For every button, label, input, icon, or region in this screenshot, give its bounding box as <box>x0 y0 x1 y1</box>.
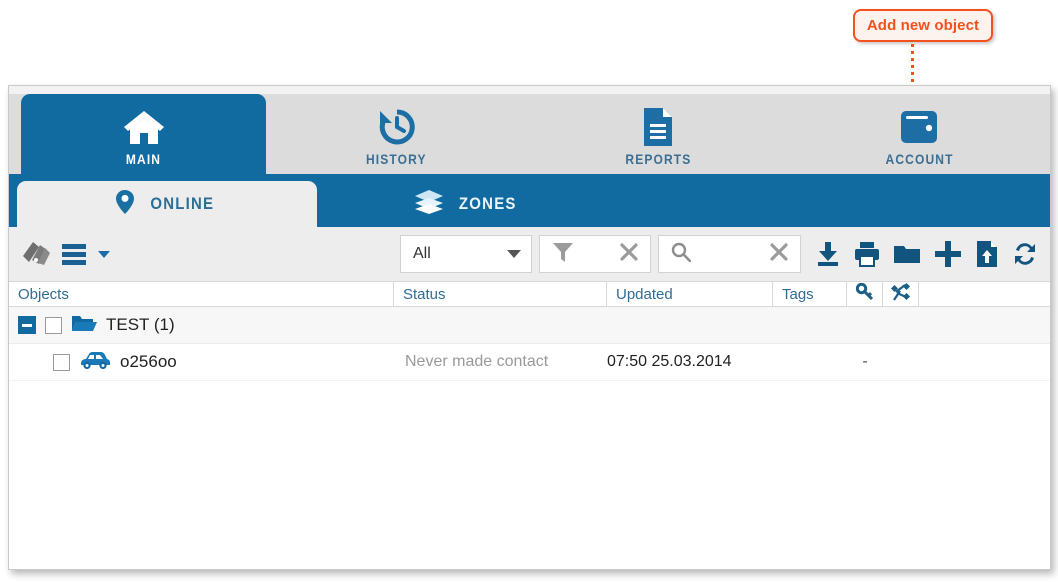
filter-control[interactable] <box>539 235 651 273</box>
column-header-objects[interactable]: Objects <box>9 282 394 306</box>
wallet-icon <box>898 105 940 148</box>
clear-filter-icon[interactable] <box>620 242 638 266</box>
callout-label: Add new object <box>866 17 980 34</box>
column-header-status[interactable]: Status <box>394 282 607 306</box>
object-updated: 07:50 25.03.2014 <box>607 353 732 370</box>
table-row[interactable]: o256oo Never made contact 07:50 25.03.20… <box>9 344 1050 381</box>
column-header-satellite[interactable] <box>883 282 919 306</box>
group-objects-cell: TEST (1) <box>9 307 394 343</box>
folder-open-icon <box>71 313 97 338</box>
clear-search-icon[interactable] <box>770 242 788 266</box>
tab-history[interactable]: HISTORY <box>266 94 527 174</box>
car-icon <box>79 350 111 375</box>
document-icon <box>641 105 675 148</box>
object-satellite <box>883 344 919 380</box>
chevron-down-icon <box>507 245 521 263</box>
folder-icon[interactable] <box>893 242 921 266</box>
tags-palette-icon[interactable] <box>21 240 51 268</box>
collapse-toggle[interactable] <box>18 316 36 334</box>
tab-reports[interactable]: REPORTS <box>527 94 788 174</box>
search-control[interactable] <box>658 235 801 273</box>
group-label: TEST (1) <box>106 315 175 334</box>
tab-online[interactable]: ONLINE <box>17 181 317 227</box>
history-icon <box>376 105 418 148</box>
table-header: Objects Status Updated Tags <box>9 281 1050 307</box>
tab-main-label: MAIN <box>125 151 162 167</box>
tab-reports-label: REPORTS <box>624 151 692 167</box>
tab-zones-label: ZONES <box>458 194 517 213</box>
filter-type-select[interactable]: All <box>400 235 532 273</box>
group-updated-cell <box>607 307 773 343</box>
layers-icon <box>414 189 444 220</box>
tab-history-label: HISTORY <box>366 151 427 167</box>
tab-zones[interactable]: ZONES <box>317 181 617 227</box>
group-tags-cell <box>773 307 847 343</box>
callout-add-new-object: Add new object <box>853 9 993 42</box>
object-key: - <box>862 353 868 370</box>
file-upload-icon[interactable] <box>975 240 999 268</box>
app-window: MAIN HISTORY REPORTS ACCOUNT ONLINE ZONE… <box>8 85 1051 570</box>
print-icon[interactable] <box>854 241 880 267</box>
group-status-cell <box>394 307 607 343</box>
satellite-icon <box>890 282 911 306</box>
group-key-cell <box>847 307 883 343</box>
tab-account[interactable]: ACCOUNT <box>789 94 1050 174</box>
tab-main[interactable]: MAIN <box>21 94 266 174</box>
download-icon[interactable] <box>815 241 841 267</box>
sub-tab-bar: ONLINE ZONES <box>9 174 1050 227</box>
column-header-updated[interactable]: Updated <box>607 282 773 306</box>
search-icon[interactable] <box>671 242 692 267</box>
object-name: o256oo <box>120 352 177 371</box>
object-tags <box>773 344 847 380</box>
object-name-cell: o256oo <box>9 344 394 380</box>
column-header-tags[interactable]: Tags <box>773 282 847 306</box>
tab-account-label: ACCOUNT <box>885 151 954 167</box>
chevron-down-icon[interactable] <box>97 249 111 259</box>
object-status: Never made contact <box>405 353 549 370</box>
objects-list: TEST (1) o256oo Never made contact 07:50… <box>9 307 1050 569</box>
add-icon[interactable] <box>934 240 962 268</box>
funnel-icon[interactable] <box>552 241 574 268</box>
group-checkbox[interactable] <box>45 316 62 334</box>
table-row-group[interactable]: TEST (1) <box>9 307 1050 344</box>
row-checkbox[interactable] <box>53 353 70 371</box>
refresh-icon[interactable] <box>1012 241 1038 267</box>
objects-toolbar: All <box>9 227 1050 281</box>
key-icon <box>855 282 874 305</box>
group-sat-cell <box>883 307 919 343</box>
filter-type-value: All <box>413 245 431 262</box>
main-tab-bar: MAIN HISTORY REPORTS ACCOUNT <box>9 94 1050 174</box>
tab-online-label: ONLINE <box>150 194 215 213</box>
list-menu-icon[interactable] <box>60 242 88 266</box>
column-header-key[interactable] <box>847 282 883 306</box>
home-icon <box>122 105 166 148</box>
map-pin-icon <box>115 189 135 220</box>
